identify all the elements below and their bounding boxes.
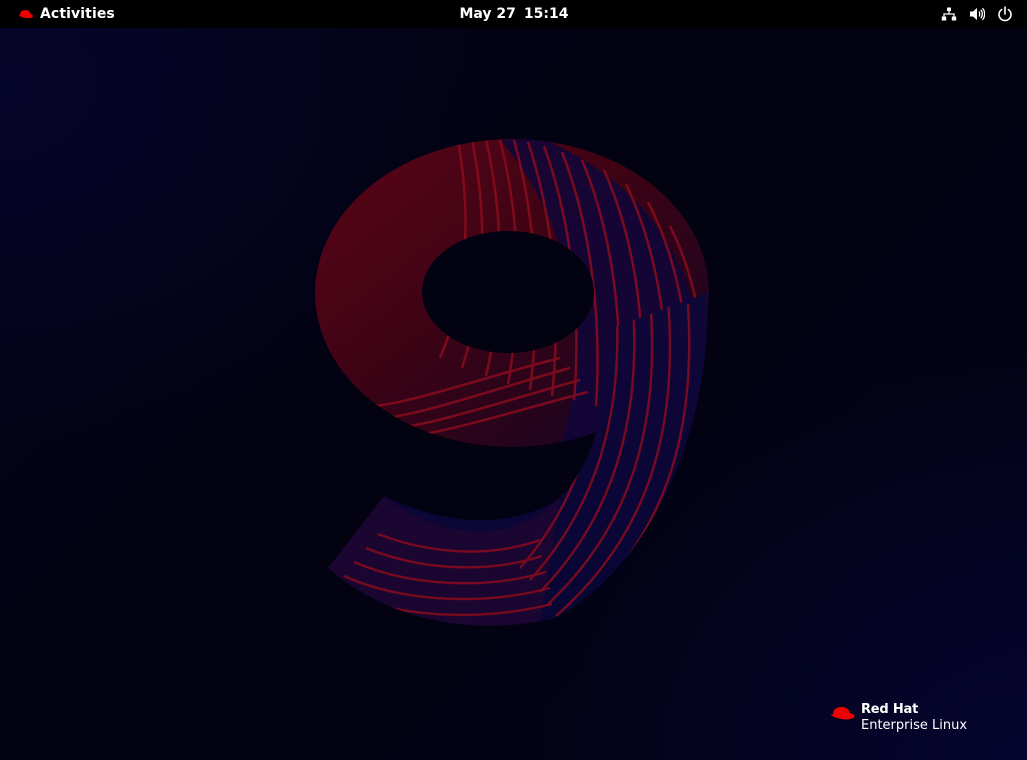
clock-button[interactable]: May 27 15:14 bbox=[452, 0, 576, 28]
power-icon bbox=[998, 6, 1012, 22]
redhat-fedora-icon bbox=[830, 707, 855, 720]
screen: Activities May 27 15:14 Red Hat Enterpri… bbox=[0, 0, 1027, 760]
system-status-menu[interactable] bbox=[941, 0, 1013, 28]
top-bar: Activities May 27 15:14 bbox=[0, 0, 1027, 28]
activities-label: Activities bbox=[40, 6, 115, 22]
rhel-9-wallpaper bbox=[315, 138, 709, 626]
brand-product: Enterprise Linux bbox=[861, 718, 968, 733]
redhat-fedora-icon bbox=[18, 10, 34, 19]
clock-date: May 27 bbox=[459, 6, 516, 22]
brand-name: Red Hat bbox=[861, 702, 919, 717]
desktop-background: Red Hat Enterprise Linux bbox=[0, 28, 1027, 760]
clock-time: 15:14 bbox=[523, 6, 569, 22]
brand-logo: Red Hat Enterprise Linux bbox=[830, 702, 980, 738]
activities-button[interactable]: Activities bbox=[12, 0, 121, 28]
network-wired-icon bbox=[941, 7, 957, 21]
volume-icon bbox=[970, 7, 985, 21]
